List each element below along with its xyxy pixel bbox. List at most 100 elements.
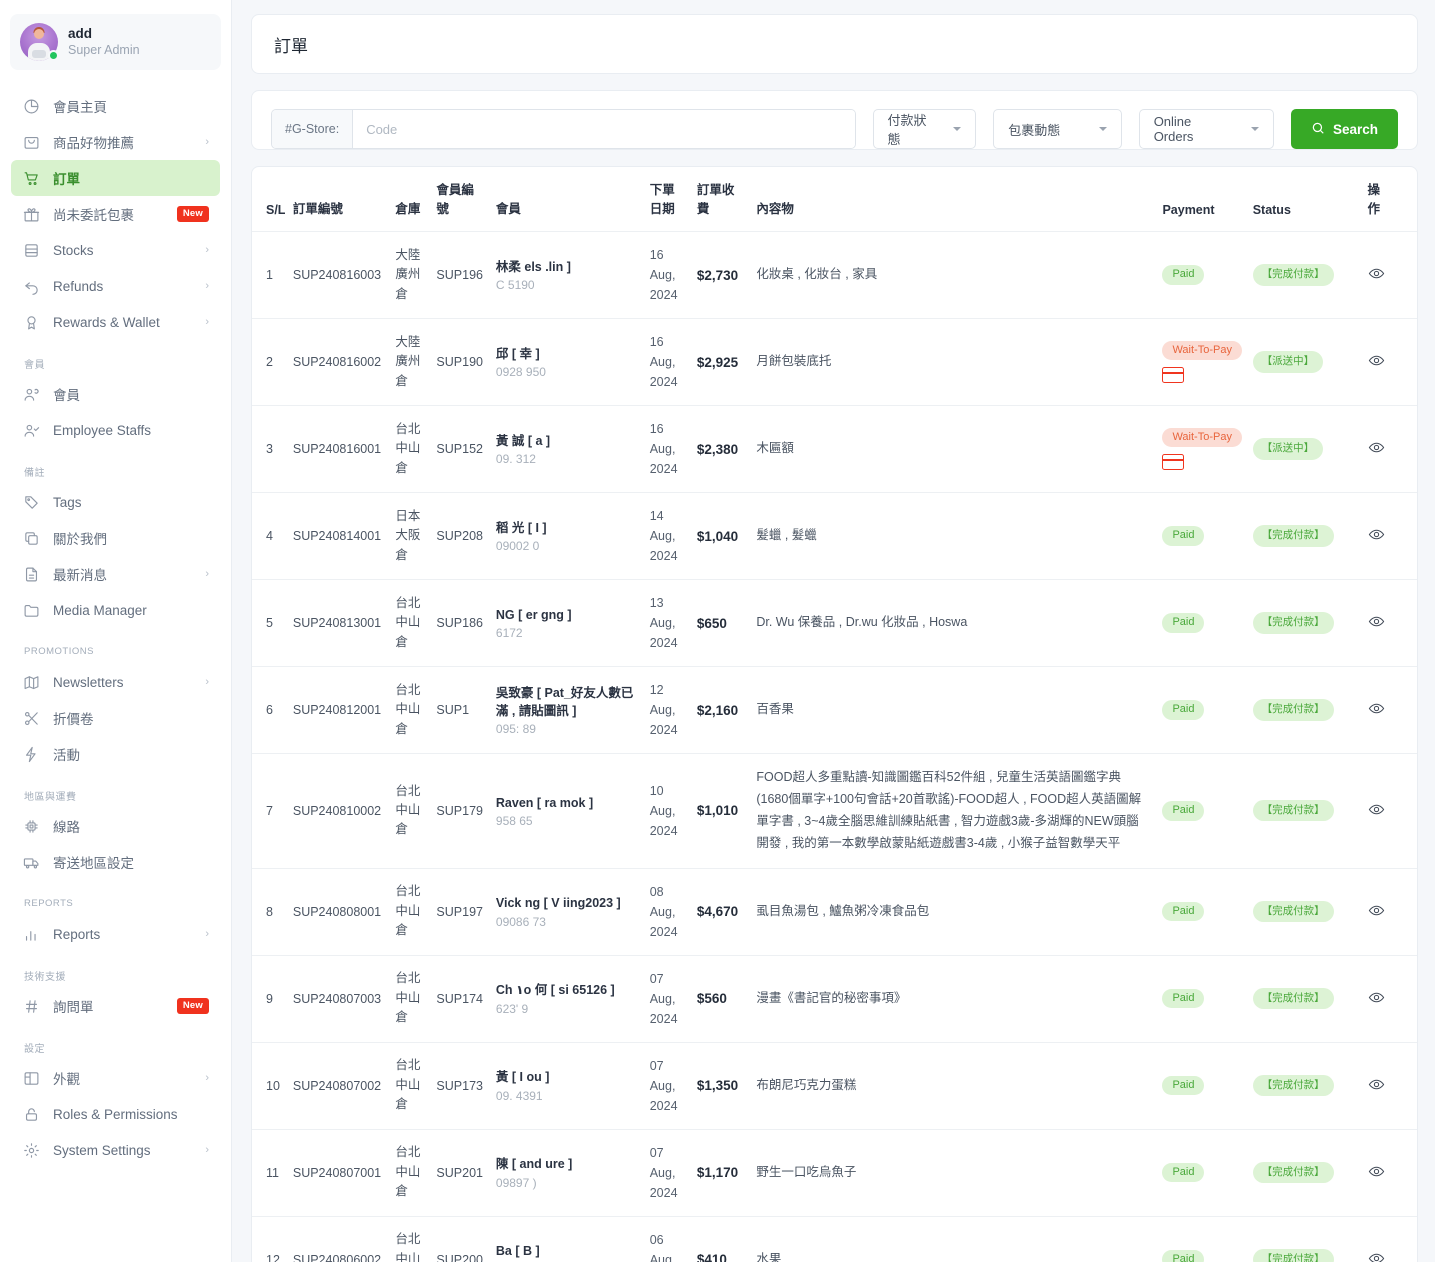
sidebar-item-label: Rewards & Wallet (53, 314, 160, 330)
view-icon[interactable] (1368, 1250, 1385, 1262)
view-icon[interactable] (1368, 613, 1385, 630)
order-source-select[interactable]: Online Orders (1138, 109, 1274, 149)
sidebar-item-rewards-wallet[interactable]: Rewards & Wallet › (11, 304, 220, 340)
credit-card-icon[interactable] (1162, 367, 1185, 384)
chevron-right-icon: › (205, 567, 209, 580)
sidebar-item-[interactable]: 活動 (11, 736, 220, 772)
sidebar-item-[interactable]: 寄送地區設定 (11, 844, 220, 880)
sidebar-item-label: Refunds (53, 278, 104, 294)
cell-order-no: SUP240816002 (286, 318, 390, 406)
fee-amount: $2,160 (696, 702, 739, 718)
sidebar-item-roles-permissions[interactable]: Roles & Permissions (11, 1096, 220, 1132)
cell-fee: $2,925 (690, 318, 751, 406)
chevron-right-icon: › (205, 927, 209, 940)
cart-icon (22, 169, 40, 187)
member-phone: 09. 312 (495, 452, 536, 467)
search-button[interactable]: Search (1290, 109, 1398, 149)
member-name: Ch ١o 何 [ si 65126 ] (495, 983, 615, 998)
code-input[interactable] (353, 110, 855, 148)
sidebar-item-[interactable]: 最新消息 › (11, 556, 220, 592)
gear-icon (22, 1141, 40, 1159)
sidebar-item-[interactable]: 詢問單 New (11, 988, 220, 1024)
sidebar-item-system-settings[interactable]: System Settings › (11, 1132, 220, 1168)
member-name: 邱 [ 幸 ] (495, 346, 540, 361)
sidebar-item-label: Employee Staffs (53, 422, 152, 438)
cell-action (1361, 492, 1417, 580)
member-phone: 09086 73 (495, 914, 546, 929)
cell-action (1361, 579, 1417, 667)
cell-payment: Paid (1156, 1129, 1247, 1217)
cell-status: 【完成付款】 (1246, 492, 1362, 580)
table-row[interactable]: 8 SUP240808001 台北 中山倉 SUP197 Vick ng [ V iing… (252, 868, 1417, 956)
payment-status-select[interactable]: 付款狀態 (872, 109, 977, 149)
view-icon[interactable] (1368, 352, 1385, 369)
content-text: 月餅包裝底托 (756, 354, 832, 369)
table-row[interactable]: 1 SUP240816003 大陸 廣州倉 SUP196 林柔 els .lin ] C 5… (252, 231, 1417, 319)
cell-member: NG [ er gng ] 6172 (489, 579, 644, 667)
sidebar-item-[interactable]: 訂單 (11, 160, 220, 196)
sidebar-item-[interactable]: 關於我們 (11, 520, 220, 556)
fee-amount: $2,380 (696, 441, 739, 457)
status-badge: 【完成付款】 (1252, 699, 1334, 721)
sidebar-item-[interactable]: 尚未委託包裹 New (11, 196, 220, 232)
sidebar-item-[interactable]: 會員 (11, 376, 220, 412)
sidebar-item-[interactable]: 外觀 › (11, 1060, 220, 1096)
content-text: 百香果 (756, 702, 794, 717)
cell-member: 黃 誠 [ a ] 09. 312 (489, 405, 644, 493)
sidebar-item-[interactable]: 會員主頁 (11, 88, 220, 124)
member-name: 黃 [ I ou ] (495, 1070, 550, 1085)
cell-order-date: 14 Aug, 2024 (643, 492, 691, 580)
cell-payment: Paid (1156, 666, 1247, 754)
view-icon[interactable] (1368, 902, 1385, 919)
cell-warehouse: 台北中山倉 (389, 405, 431, 493)
sidebar-item-newsletters[interactable]: Newsletters › (11, 664, 220, 700)
sidebar-item-refunds[interactable]: Refunds › (11, 268, 220, 304)
table-row[interactable]: 11 SUP240807001 台北 中山倉 SUP201 陳 [ and ure ] 09… (252, 1129, 1417, 1217)
cell-fee: $1,010 (690, 753, 751, 869)
sidebar-item-stocks[interactable]: Stocks › (11, 232, 220, 268)
cell-payment: Wait-To-Pay (1156, 318, 1247, 406)
view-icon[interactable] (1368, 700, 1385, 717)
chevron-right-icon: › (205, 315, 209, 328)
view-icon[interactable] (1368, 1163, 1385, 1180)
view-icon[interactable] (1368, 265, 1385, 282)
sidebar-item-media-manager[interactable]: Media Manager (11, 592, 220, 628)
sidebar-item-tags[interactable]: Tags (11, 484, 220, 520)
table-row[interactable]: 12 SUP240806002 台北中山倉 SUP200 Ba [ B ]090905 … (252, 1216, 1417, 1262)
table-row[interactable]: 5 SUP240813001 台北 中山倉 SUP186 NG [ er gng ] 617… (252, 579, 1417, 667)
table-row[interactable]: 2 SUP240816002 大陸 廣州倉 SUP190 邱 [ 幸 ] 0928 950 1… (252, 318, 1417, 406)
credit-card-icon[interactable] (1162, 454, 1185, 471)
view-icon[interactable] (1368, 439, 1385, 456)
sidebar-item-[interactable]: 折價卷 (11, 700, 220, 736)
orders-table: S/L 訂單編號 倉庫 會員編號會員 下單 日期 訂單收費內容物 Payment Status 操… (252, 167, 1417, 1262)
cell-sl: 8 (252, 868, 287, 956)
sidebar-item-[interactable]: 商品好物推薦 › (11, 124, 220, 160)
table-row[interactable]: 3 SUP240816001 台北 中山倉 SUP152 黃 誠 [ a ] 09. 312… (252, 405, 1417, 493)
package-status-select[interactable]: 包裹動態 (993, 109, 1122, 149)
table-row[interactable]: 4 SUP240814001 日本 大阪倉 SUP208 稻 光 [ I ] 09002 0… (252, 492, 1417, 580)
chevron-down-icon (1250, 127, 1259, 131)
column-header-content: 內容物 (750, 167, 1157, 232)
sidebar-item-[interactable]: 線路 (11, 808, 220, 844)
avatar (20, 23, 59, 61)
sidebar-item-employee-staffs[interactable]: Employee Staffs (11, 412, 220, 448)
status-badge: 【完成付款】 (1252, 264, 1334, 286)
cell-member: 稻 光 [ I ] 09002 0 (489, 492, 644, 580)
sidebar-item-reports[interactable]: Reports › (11, 916, 220, 952)
table-row[interactable]: 9 SUP240807003 台北 中山倉 SUP174 Ch ١o 何 [ si 651… (252, 955, 1417, 1043)
table-row[interactable]: 6 SUP240812001 台北 中山倉 SUP1 吳致豪 [ Pat_好友人數已滿 ,… (252, 666, 1417, 754)
cell-content: FOOD超人多重點讀-知識圖鑑百科52件組 , 兒童生活英語圖鑑字典(1680個… (750, 753, 1157, 869)
table-row[interactable]: 7 SUP240810002 台北 中山倉 SUP179 Raven [ ra mok ]… (252, 753, 1417, 869)
member-name: Vick ng [ V iing2023 ] (495, 896, 621, 911)
cell-warehouse: 日本 大阪倉 (389, 492, 431, 580)
view-icon[interactable] (1368, 989, 1385, 1006)
view-icon[interactable] (1368, 526, 1385, 543)
cell-action (1361, 753, 1417, 869)
table-row[interactable]: 10 SUP240807002 台北 中山倉 SUP173 黃 [ I ou ] 09. 4… (252, 1042, 1417, 1130)
view-icon[interactable] (1368, 801, 1385, 818)
view-icon[interactable] (1368, 1076, 1385, 1093)
cell-order-no: SUP240806002 (292, 1252, 382, 1262)
shopping-bag-icon (22, 133, 40, 151)
col-l2: 日期 (649, 202, 675, 216)
profile-card[interactable]: add Super Admin (10, 14, 221, 70)
